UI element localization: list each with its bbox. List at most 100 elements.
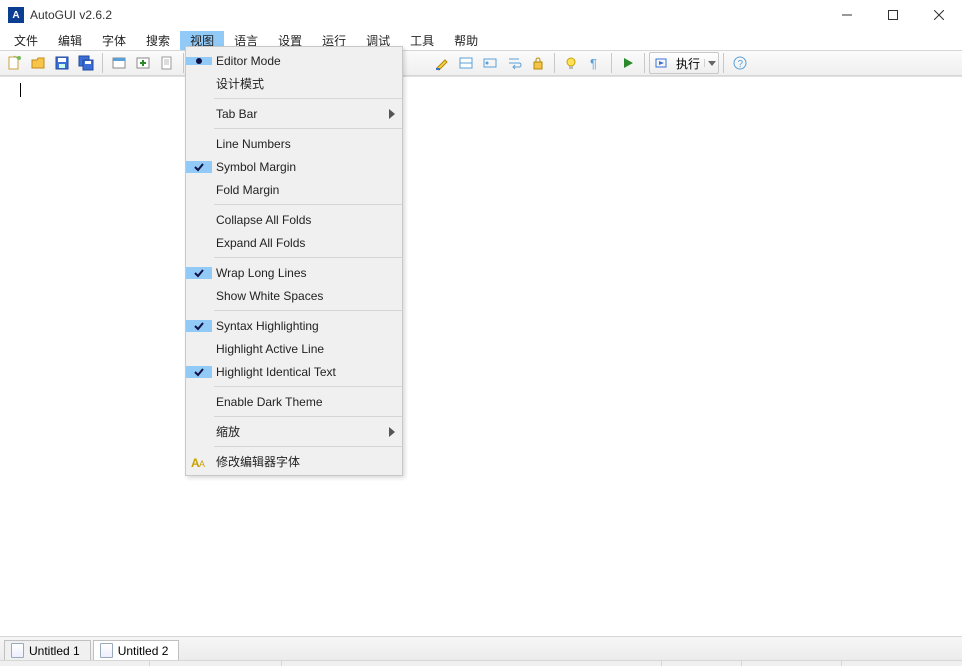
menu-help[interactable]: 帮助	[444, 31, 488, 50]
folder-open-icon	[30, 55, 46, 71]
menu-item-label: Show White Spaces	[212, 289, 402, 303]
menu-search[interactable]: 搜索	[136, 31, 180, 50]
menu-item[interactable]: Highlight Active Line	[186, 337, 402, 360]
menu-bar: 文件 编辑 字体 搜索 视图 语言 设置 运行 调试 工具 帮助	[0, 30, 962, 50]
check-mark-icon	[186, 320, 212, 332]
menu-separator	[214, 416, 402, 417]
menu-item[interactable]: 设计模式	[186, 72, 402, 95]
layout-icon	[458, 55, 474, 71]
minimize-icon	[842, 10, 852, 20]
menu-tools[interactable]: 工具	[400, 31, 444, 50]
menu-item-label: 缩放	[212, 423, 382, 440]
menu-separator	[214, 204, 402, 205]
menu-item-label: Expand All Folds	[212, 236, 402, 250]
radio-mark-icon	[186, 57, 212, 65]
app-icon: A	[8, 7, 24, 23]
lightbulb-icon	[563, 55, 579, 71]
add-button[interactable]	[131, 52, 155, 74]
status-bar: 1:1 Insert UTF-8	[0, 660, 962, 666]
window-button[interactable]	[107, 52, 131, 74]
highlight-button[interactable]	[430, 52, 454, 74]
bookmark-button[interactable]	[478, 52, 502, 74]
check-mark-icon	[186, 366, 212, 378]
tab-label: Untitled 1	[29, 644, 80, 658]
menu-item[interactable]: Show White Spaces	[186, 284, 402, 307]
status-position: 1:1	[150, 661, 282, 666]
bookmark-icon	[482, 55, 498, 71]
minimize-button[interactable]	[824, 0, 870, 30]
run-split-dropdown[interactable]	[704, 59, 718, 67]
font-icon: AA	[186, 455, 212, 469]
idea-button[interactable]	[559, 52, 583, 74]
status-cell-end	[842, 661, 962, 666]
run-split-button[interactable]: 执行	[649, 52, 719, 74]
wrap-icon	[506, 55, 522, 71]
menu-item[interactable]: Tab Bar	[186, 102, 402, 125]
menu-item[interactable]: Highlight Identical Text	[186, 360, 402, 383]
save-button[interactable]	[50, 52, 74, 74]
menu-item[interactable]: Line Numbers	[186, 132, 402, 155]
toolbar-separator	[183, 53, 184, 73]
marker-icon	[434, 55, 450, 71]
document-icon	[100, 643, 113, 658]
lock-icon	[530, 55, 546, 71]
menu-item[interactable]: Wrap Long Lines	[186, 261, 402, 284]
chevron-down-icon	[708, 59, 716, 67]
toolbar-separator	[554, 53, 555, 73]
window-title: AutoGUI v2.6.2	[30, 8, 824, 22]
tab-untitled-2[interactable]: Untitled 2	[93, 640, 180, 660]
toolbar-separator	[102, 53, 103, 73]
panel-button[interactable]	[454, 52, 478, 74]
menu-separator	[214, 310, 402, 311]
run-button[interactable]	[616, 52, 640, 74]
open-button[interactable]	[26, 52, 50, 74]
document-icon	[11, 643, 24, 658]
toolbar: ¶ 执行 ?	[0, 50, 962, 76]
menu-item-label: Editor Mode	[212, 54, 402, 68]
save-all-button[interactable]	[74, 52, 98, 74]
menu-edit[interactable]: 编辑	[48, 31, 92, 50]
tab-untitled-1[interactable]: Untitled 1	[4, 640, 91, 660]
help-button[interactable]: ?	[728, 52, 752, 74]
menu-item[interactable]: AA修改编辑器字体	[186, 450, 402, 473]
toolbar-separator	[723, 53, 724, 73]
status-cell-blank	[0, 661, 150, 666]
new-doc-button[interactable]	[155, 52, 179, 74]
submenu-arrow-icon	[382, 109, 402, 119]
menu-item[interactable]: Editor Mode	[186, 49, 402, 72]
menu-item-label: Line Numbers	[212, 137, 402, 151]
menu-item[interactable]: Symbol Margin	[186, 155, 402, 178]
lock-button[interactable]	[526, 52, 550, 74]
menu-item[interactable]: Enable Dark Theme	[186, 390, 402, 413]
menu-font[interactable]: 字体	[92, 31, 136, 50]
editor-area[interactable]	[0, 76, 962, 636]
submenu-arrow-icon	[382, 427, 402, 437]
menu-item-label: Highlight Identical Text	[212, 365, 402, 379]
menu-file[interactable]: 文件	[4, 31, 48, 50]
new-file-icon	[6, 55, 22, 71]
close-icon	[934, 10, 944, 20]
menu-item-label: Collapse All Folds	[212, 213, 402, 227]
new-button[interactable]	[2, 52, 26, 74]
run-split-play[interactable]	[650, 56, 672, 70]
tab-bar: Untitled 1 Untitled 2	[0, 636, 962, 660]
menu-item[interactable]: Fold Margin	[186, 178, 402, 201]
menu-item-label: Syntax Highlighting	[212, 319, 402, 333]
status-encoding: UTF-8	[742, 661, 842, 666]
menu-item[interactable]: 缩放	[186, 420, 402, 443]
menu-separator	[214, 386, 402, 387]
wrap-button[interactable]	[502, 52, 526, 74]
maximize-button[interactable]	[870, 0, 916, 30]
document-icon	[159, 55, 175, 71]
menu-item-label: Fold Margin	[212, 183, 402, 197]
menu-item-label: Highlight Active Line	[212, 342, 402, 356]
close-button[interactable]	[916, 0, 962, 30]
menu-item[interactable]: Expand All Folds	[186, 231, 402, 254]
play-icon	[621, 56, 635, 70]
menu-item-label: 修改编辑器字体	[212, 453, 402, 470]
menu-item[interactable]: Syntax Highlighting	[186, 314, 402, 337]
paragraph-button[interactable]: ¶	[583, 52, 607, 74]
run-split-label[interactable]: 执行	[672, 55, 704, 72]
menu-item-label: 设计模式	[212, 75, 402, 92]
menu-item[interactable]: Collapse All Folds	[186, 208, 402, 231]
